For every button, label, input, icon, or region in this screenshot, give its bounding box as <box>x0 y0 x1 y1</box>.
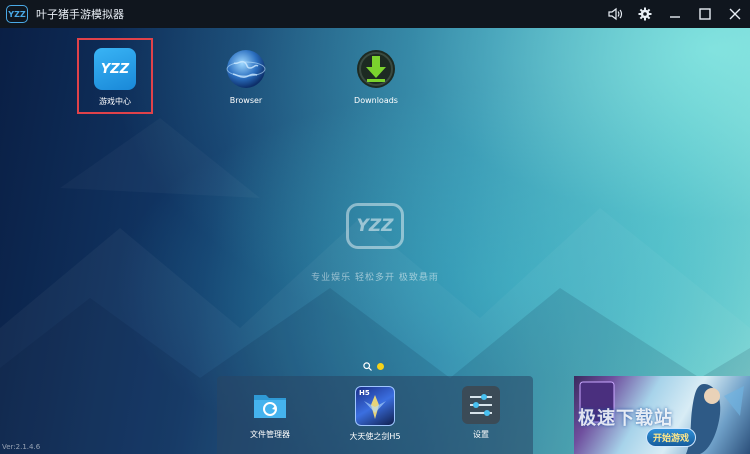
dock-item-label: 设置 <box>473 430 489 439</box>
wallpaper-slogan: 专业娱乐 轻松多开 极致悬雨 <box>311 273 439 283</box>
desktop-icon-label: Browser <box>229 96 263 105</box>
dock-item-game[interactable]: H5 大天使之剑H5 <box>335 386 415 442</box>
game-app-icon: H5 <box>355 386 395 426</box>
window-controls <box>600 0 750 28</box>
download-icon <box>355 48 397 90</box>
desktop-icon-browser[interactable]: Browser <box>208 48 284 105</box>
search-icon[interactable] <box>363 362 372 371</box>
dock: 文件管理器 H5 大天使之剑H5 设置 <box>217 376 533 454</box>
minimize-icon[interactable] <box>660 0 690 28</box>
settings-icon <box>462 386 500 424</box>
folder-icon <box>251 386 289 424</box>
maximize-icon[interactable] <box>690 0 720 28</box>
dock-item-file-manager[interactable]: 文件管理器 <box>230 386 310 440</box>
dock-item-label: 大天使之剑H5 <box>349 432 401 441</box>
ad-start-game-button[interactable]: 开始游戏 <box>646 428 697 447</box>
dock-item-settings[interactable]: 设置 <box>441 386 521 440</box>
desktop-icon-game-center[interactable]: YZZ 游戏中心 <box>77 48 153 107</box>
android-desktop: YZZ 游戏中心 Browser Downloads YZZ 专业娱乐 轻松多开… <box>0 28 750 454</box>
dock-item-label: 文件管理器 <box>250 430 290 439</box>
desktop-icon-label: 游戏中心 <box>99 97 131 106</box>
title-bar: YZZ 叶子猪手游模拟器 <box>0 0 750 28</box>
window-title: 叶子猪手游模拟器 <box>36 8 124 21</box>
app-logo: YZZ <box>6 5 28 23</box>
h5-badge: H5 <box>359 389 370 397</box>
version-label: Ver:2.1.4.6 <box>2 443 41 451</box>
desktop-icon-downloads[interactable]: Downloads <box>338 48 414 105</box>
gear-icon[interactable] <box>630 0 660 28</box>
ad-banner[interactable]: 极速下载站 开始游戏 <box>574 376 750 454</box>
ad-watermark: 极速下载站 <box>578 408 673 429</box>
center-yzz-logo: YZZ <box>346 203 404 249</box>
page-dot-active[interactable] <box>377 363 384 370</box>
page-indicator <box>363 362 384 371</box>
close-icon[interactable] <box>720 0 750 28</box>
globe-icon <box>225 48 267 90</box>
yzz-game-center-icon: YZZ <box>94 48 136 90</box>
speaker-icon[interactable] <box>600 0 630 28</box>
desktop-icon-label: Downloads <box>354 96 398 105</box>
